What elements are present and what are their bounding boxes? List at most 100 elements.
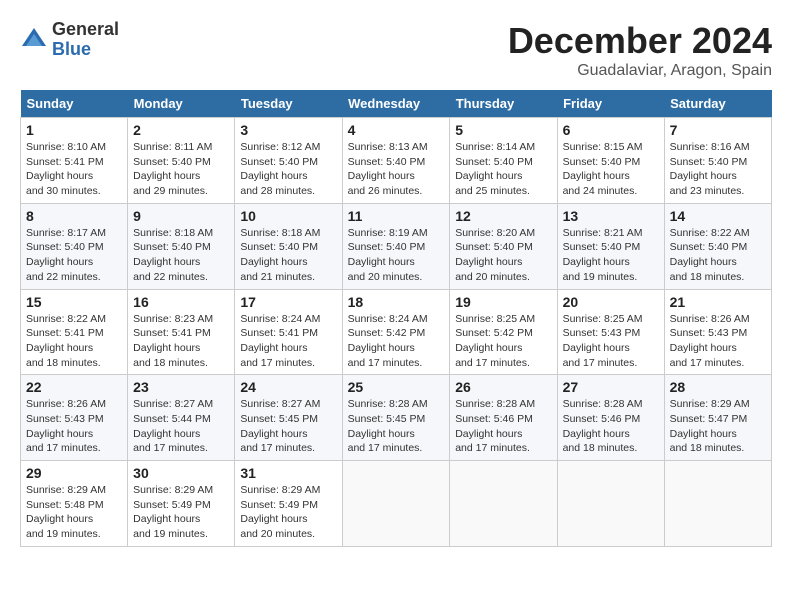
calendar-cell: 13 Sunrise: 8:21 AM Sunset: 5:40 PM Dayl… — [557, 203, 664, 289]
day-info: Sunrise: 8:27 AM Sunset: 5:45 PM Dayligh… — [240, 397, 336, 456]
day-info: Sunrise: 8:13 AM Sunset: 5:40 PM Dayligh… — [348, 140, 445, 199]
day-number: 30 — [133, 465, 229, 481]
day-number: 2 — [133, 122, 229, 138]
calendar-cell: 28 Sunrise: 8:29 AM Sunset: 5:47 PM Dayl… — [664, 375, 771, 461]
calendar-week-3: 15 Sunrise: 8:22 AM Sunset: 5:41 PM Dayl… — [21, 289, 772, 375]
calendar-cell: 21 Sunrise: 8:26 AM Sunset: 5:43 PM Dayl… — [664, 289, 771, 375]
day-number: 24 — [240, 379, 336, 395]
day-info: Sunrise: 8:24 AM Sunset: 5:41 PM Dayligh… — [240, 312, 336, 371]
calendar-cell: 3 Sunrise: 8:12 AM Sunset: 5:40 PM Dayli… — [235, 118, 342, 204]
logo-general: General — [52, 20, 119, 40]
day-number: 3 — [240, 122, 336, 138]
calendar-cell: 1 Sunrise: 8:10 AM Sunset: 5:41 PM Dayli… — [21, 118, 128, 204]
weekday-header-monday: Monday — [128, 90, 235, 118]
day-number: 4 — [348, 122, 445, 138]
weekday-header-tuesday: Tuesday — [235, 90, 342, 118]
day-info: Sunrise: 8:28 AM Sunset: 5:45 PM Dayligh… — [348, 397, 445, 456]
day-number: 27 — [563, 379, 659, 395]
day-number: 22 — [26, 379, 122, 395]
day-number: 17 — [240, 294, 336, 310]
day-info: Sunrise: 8:26 AM Sunset: 5:43 PM Dayligh… — [26, 397, 122, 456]
day-info: Sunrise: 8:29 AM Sunset: 5:48 PM Dayligh… — [26, 483, 122, 542]
weekday-header-friday: Friday — [557, 90, 664, 118]
day-info: Sunrise: 8:25 AM Sunset: 5:43 PM Dayligh… — [563, 312, 659, 371]
weekday-header-wednesday: Wednesday — [342, 90, 450, 118]
calendar-cell: 24 Sunrise: 8:27 AM Sunset: 5:45 PM Dayl… — [235, 375, 342, 461]
calendar-cell: 4 Sunrise: 8:13 AM Sunset: 5:40 PM Dayli… — [342, 118, 450, 204]
day-number: 12 — [455, 208, 551, 224]
day-number: 20 — [563, 294, 659, 310]
day-info: Sunrise: 8:19 AM Sunset: 5:40 PM Dayligh… — [348, 226, 445, 285]
weekday-header-sunday: Sunday — [21, 90, 128, 118]
calendar-cell: 18 Sunrise: 8:24 AM Sunset: 5:42 PM Dayl… — [342, 289, 450, 375]
day-info: Sunrise: 8:25 AM Sunset: 5:42 PM Dayligh… — [455, 312, 551, 371]
day-number: 11 — [348, 208, 445, 224]
day-info: Sunrise: 8:27 AM Sunset: 5:44 PM Dayligh… — [133, 397, 229, 456]
day-number: 8 — [26, 208, 122, 224]
calendar-cell: 25 Sunrise: 8:28 AM Sunset: 5:45 PM Dayl… — [342, 375, 450, 461]
calendar-cell: 7 Sunrise: 8:16 AM Sunset: 5:40 PM Dayli… — [664, 118, 771, 204]
day-number: 21 — [670, 294, 766, 310]
calendar-week-5: 29 Sunrise: 8:29 AM Sunset: 5:48 PM Dayl… — [21, 461, 772, 547]
calendar-cell — [342, 461, 450, 547]
weekday-header-saturday: Saturday — [664, 90, 771, 118]
day-number: 13 — [563, 208, 659, 224]
day-number: 26 — [455, 379, 551, 395]
calendar-cell — [664, 461, 771, 547]
day-info: Sunrise: 8:18 AM Sunset: 5:40 PM Dayligh… — [133, 226, 229, 285]
calendar-week-2: 8 Sunrise: 8:17 AM Sunset: 5:40 PM Dayli… — [21, 203, 772, 289]
calendar-cell: 31 Sunrise: 8:29 AM Sunset: 5:49 PM Dayl… — [235, 461, 342, 547]
calendar-week-4: 22 Sunrise: 8:26 AM Sunset: 5:43 PM Dayl… — [21, 375, 772, 461]
day-number: 19 — [455, 294, 551, 310]
day-info: Sunrise: 8:15 AM Sunset: 5:40 PM Dayligh… — [563, 140, 659, 199]
calendar-cell: 23 Sunrise: 8:27 AM Sunset: 5:44 PM Dayl… — [128, 375, 235, 461]
day-number: 7 — [670, 122, 766, 138]
day-number: 9 — [133, 208, 229, 224]
calendar-cell: 11 Sunrise: 8:19 AM Sunset: 5:40 PM Dayl… — [342, 203, 450, 289]
calendar-cell: 10 Sunrise: 8:18 AM Sunset: 5:40 PM Dayl… — [235, 203, 342, 289]
calendar-cell: 17 Sunrise: 8:24 AM Sunset: 5:41 PM Dayl… — [235, 289, 342, 375]
day-info: Sunrise: 8:29 AM Sunset: 5:49 PM Dayligh… — [133, 483, 229, 542]
calendar-cell: 5 Sunrise: 8:14 AM Sunset: 5:40 PM Dayli… — [450, 118, 557, 204]
day-info: Sunrise: 8:12 AM Sunset: 5:40 PM Dayligh… — [240, 140, 336, 199]
day-info: Sunrise: 8:18 AM Sunset: 5:40 PM Dayligh… — [240, 226, 336, 285]
day-info: Sunrise: 8:29 AM Sunset: 5:47 PM Dayligh… — [670, 397, 766, 456]
logo: General Blue — [20, 20, 119, 60]
day-info: Sunrise: 8:11 AM Sunset: 5:40 PM Dayligh… — [133, 140, 229, 199]
day-number: 14 — [670, 208, 766, 224]
title-area: December 2024 Guadalaviar, Aragon, Spain — [508, 20, 772, 80]
month-title: December 2024 — [508, 20, 772, 62]
day-info: Sunrise: 8:26 AM Sunset: 5:43 PM Dayligh… — [670, 312, 766, 371]
calendar-cell: 26 Sunrise: 8:28 AM Sunset: 5:46 PM Dayl… — [450, 375, 557, 461]
calendar-week-1: 1 Sunrise: 8:10 AM Sunset: 5:41 PM Dayli… — [21, 118, 772, 204]
calendar-cell: 9 Sunrise: 8:18 AM Sunset: 5:40 PM Dayli… — [128, 203, 235, 289]
calendar-cell: 6 Sunrise: 8:15 AM Sunset: 5:40 PM Dayli… — [557, 118, 664, 204]
day-number: 25 — [348, 379, 445, 395]
calendar-cell: 29 Sunrise: 8:29 AM Sunset: 5:48 PM Dayl… — [21, 461, 128, 547]
day-number: 28 — [670, 379, 766, 395]
calendar-cell: 8 Sunrise: 8:17 AM Sunset: 5:40 PM Dayli… — [21, 203, 128, 289]
calendar-cell: 27 Sunrise: 8:28 AM Sunset: 5:46 PM Dayl… — [557, 375, 664, 461]
calendar-cell: 16 Sunrise: 8:23 AM Sunset: 5:41 PM Dayl… — [128, 289, 235, 375]
day-number: 18 — [348, 294, 445, 310]
day-number: 6 — [563, 122, 659, 138]
day-number: 16 — [133, 294, 229, 310]
calendar-cell: 15 Sunrise: 8:22 AM Sunset: 5:41 PM Dayl… — [21, 289, 128, 375]
day-number: 31 — [240, 465, 336, 481]
calendar-cell: 20 Sunrise: 8:25 AM Sunset: 5:43 PM Dayl… — [557, 289, 664, 375]
day-info: Sunrise: 8:24 AM Sunset: 5:42 PM Dayligh… — [348, 312, 445, 371]
day-info: Sunrise: 8:28 AM Sunset: 5:46 PM Dayligh… — [455, 397, 551, 456]
calendar-cell: 14 Sunrise: 8:22 AM Sunset: 5:40 PM Dayl… — [664, 203, 771, 289]
day-info: Sunrise: 8:22 AM Sunset: 5:40 PM Dayligh… — [670, 226, 766, 285]
logo-blue: Blue — [52, 40, 119, 60]
calendar-cell: 22 Sunrise: 8:26 AM Sunset: 5:43 PM Dayl… — [21, 375, 128, 461]
day-info: Sunrise: 8:10 AM Sunset: 5:41 PM Dayligh… — [26, 140, 122, 199]
location-title: Guadalaviar, Aragon, Spain — [508, 62, 772, 80]
logo-icon — [20, 26, 48, 54]
day-info: Sunrise: 8:21 AM Sunset: 5:40 PM Dayligh… — [563, 226, 659, 285]
day-info: Sunrise: 8:16 AM Sunset: 5:40 PM Dayligh… — [670, 140, 766, 199]
calendar-cell: 19 Sunrise: 8:25 AM Sunset: 5:42 PM Dayl… — [450, 289, 557, 375]
day-info: Sunrise: 8:28 AM Sunset: 5:46 PM Dayligh… — [563, 397, 659, 456]
day-info: Sunrise: 8:29 AM Sunset: 5:49 PM Dayligh… — [240, 483, 336, 542]
calendar-cell: 12 Sunrise: 8:20 AM Sunset: 5:40 PM Dayl… — [450, 203, 557, 289]
